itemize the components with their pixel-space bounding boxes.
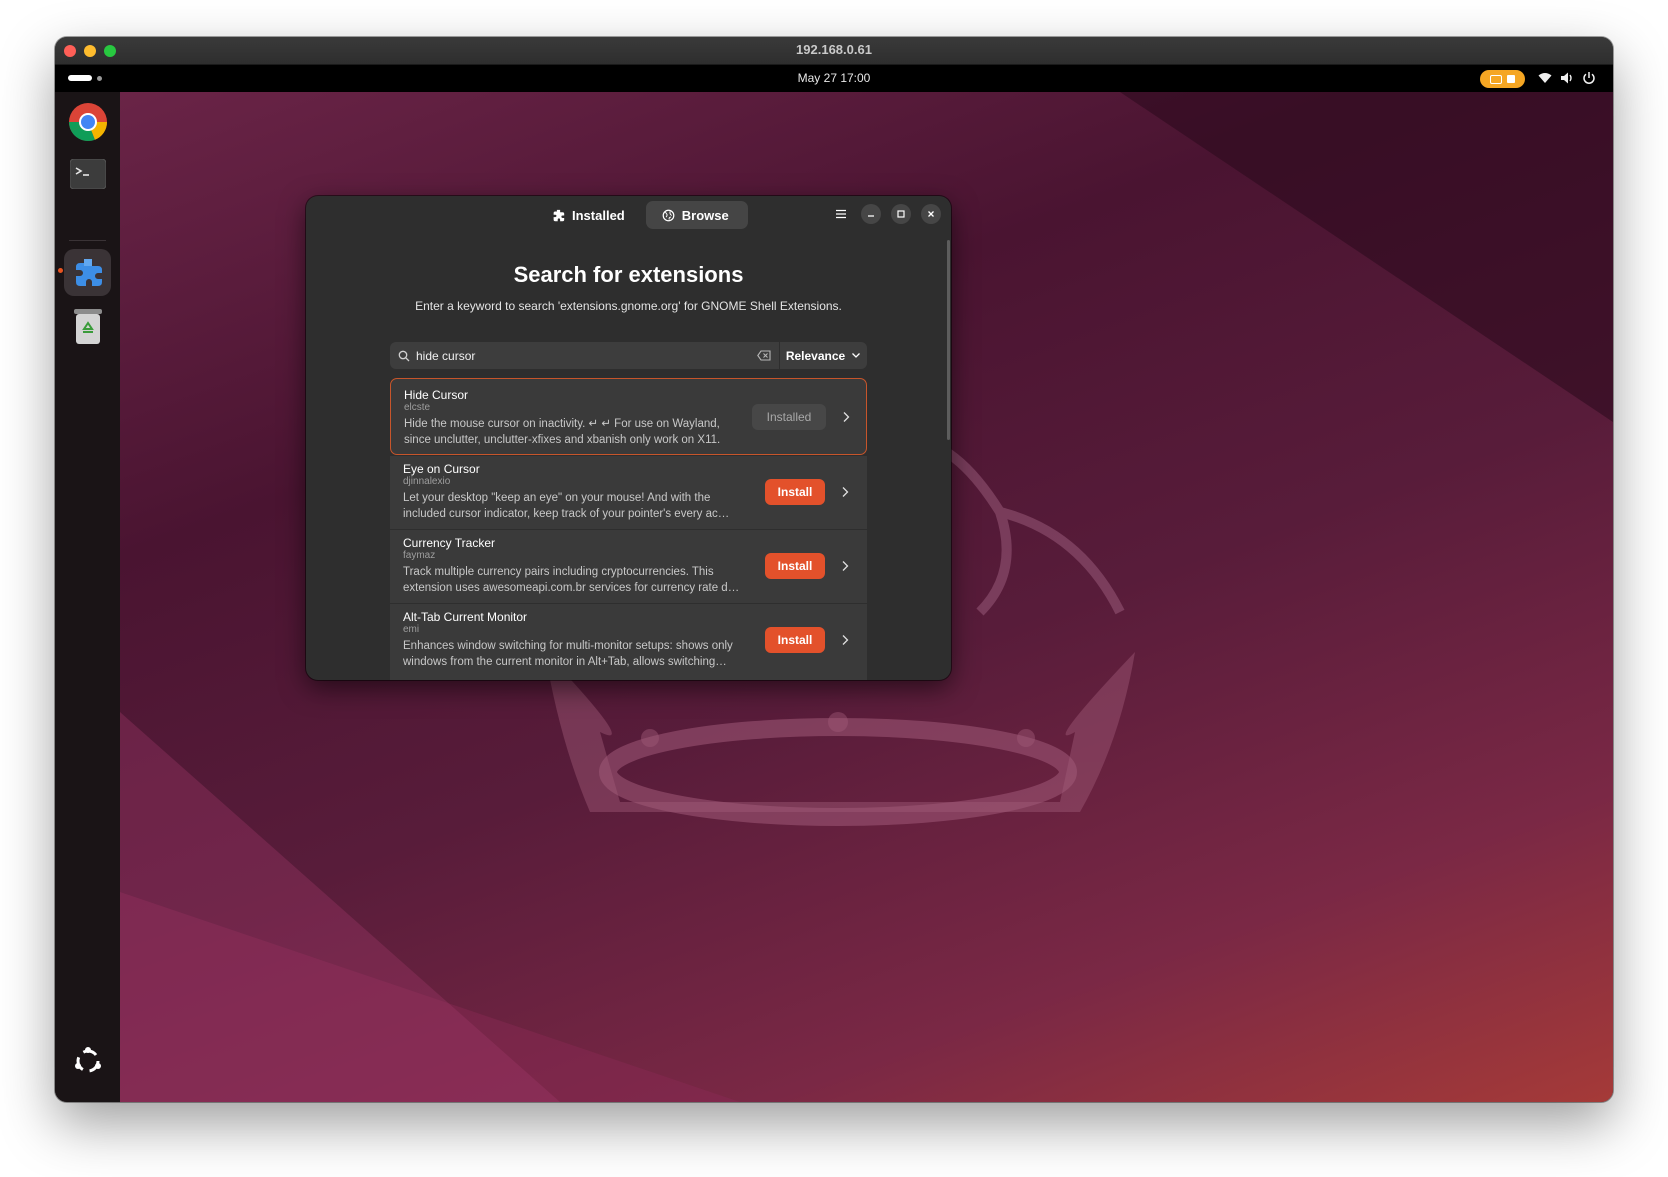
search-field[interactable] xyxy=(390,342,779,369)
trash-icon xyxy=(73,308,102,344)
screen-sharing-indicator[interactable] xyxy=(1480,70,1525,88)
gnome-top-bar: May 27 17:00 xyxy=(55,65,1613,92)
close-icon xyxy=(928,211,934,217)
description-line: extension uses awesomeapi.com.br service… xyxy=(403,581,740,594)
minimize-button[interactable] xyxy=(861,204,881,224)
screen-share-icon xyxy=(1490,74,1502,84)
install-button[interactable]: Install xyxy=(765,479,825,505)
running-indicator xyxy=(58,268,63,273)
description-line: included cursor indicator, keep track of… xyxy=(403,507,730,520)
sort-dropdown[interactable]: Relevance xyxy=(779,342,867,369)
extension-author: emi xyxy=(403,624,420,635)
extension-description: Enhances window switching for multi-moni… xyxy=(403,639,753,670)
extension-name: Alt-Tab Current Monitor xyxy=(403,610,528,624)
tab-browse[interactable]: Browse xyxy=(645,201,748,229)
list-item[interactable]: Alt-Tab Current Monitor emi Enhances win… xyxy=(390,604,867,680)
main-menu-button[interactable] xyxy=(831,204,851,224)
extension-description: Hide the mouse cursor on inactivity. ↵ ↵… xyxy=(404,417,754,448)
stop-icon xyxy=(1507,75,1515,83)
description-line: Let your desktop "keep an eye" on your m… xyxy=(403,492,711,504)
dock-item-extension-manager[interactable] xyxy=(64,249,111,296)
list-item[interactable]: Hide Cursor elcste Hide the mouse cursor… xyxy=(390,378,867,455)
dock-item-trash[interactable] xyxy=(64,302,111,349)
extension-author: elcste xyxy=(404,402,431,413)
list-item[interactable]: Currency Tracker faymaz Track multiple c… xyxy=(390,530,867,603)
header-bar: Installed Browse xyxy=(306,196,951,232)
maximize-icon xyxy=(897,210,905,218)
extension-name: Hide Cursor xyxy=(404,388,469,402)
description-line: since unclutter, unclutter-xfixes and xb… xyxy=(404,433,721,446)
ubuntu-logo-icon xyxy=(74,1046,101,1072)
puzzle-icon xyxy=(553,209,565,221)
hamburger-menu-icon xyxy=(836,209,846,219)
install-button[interactable]: Install xyxy=(765,553,825,579)
extension-description: Track multiple currency pairs including … xyxy=(403,565,753,596)
tab-installed-label: Installed xyxy=(572,207,625,223)
globe-icon xyxy=(662,209,675,221)
extension-author: faymaz xyxy=(403,550,436,561)
extension-name: Eye on Cursor xyxy=(403,462,480,476)
chrome-icon xyxy=(68,102,107,141)
show-apps-button[interactable] xyxy=(64,1037,111,1084)
page-title: Search for extensions xyxy=(513,262,744,287)
extension-name: Currency Tracker xyxy=(403,536,496,550)
search-icon xyxy=(398,350,410,361)
chevron-right-icon[interactable] xyxy=(839,410,853,424)
search-bar: Relevance xyxy=(390,342,867,369)
install-button[interactable]: Install xyxy=(765,627,825,653)
tab-installed[interactable]: Installed xyxy=(536,201,644,229)
dock-item-terminal[interactable] xyxy=(64,150,111,197)
extension-author: djinnalexio xyxy=(403,476,451,487)
results-list: Hide Cursor elcste Hide the mouse cursor… xyxy=(390,378,867,680)
terminal-icon xyxy=(69,158,106,189)
window-title: 192.168.0.61 xyxy=(796,42,872,57)
search-input[interactable] xyxy=(416,348,751,363)
clear-text-icon[interactable] xyxy=(757,350,771,361)
clock[interactable]: May 27 17:00 xyxy=(55,71,1613,85)
dock-item-chrome[interactable] xyxy=(64,98,111,145)
chevron-right-icon[interactable] xyxy=(838,633,852,647)
description-line: Track multiple currency pairs including … xyxy=(403,566,714,578)
description-line: Enhances window switching for multi-moni… xyxy=(403,640,733,652)
chevron-down-icon xyxy=(852,353,861,358)
power-icon[interactable] xyxy=(1581,70,1597,86)
wifi-icon[interactable] xyxy=(1537,70,1553,86)
desktop-wallpaper: Installed Browse Search for extensions E… xyxy=(120,92,1613,1102)
mac-titlebar: 192.168.0.61 xyxy=(55,37,1613,65)
view-switcher: Installed Browse xyxy=(536,201,748,229)
list-item[interactable]: Eye on Cursor djinnalexio Let your deskt… xyxy=(390,456,867,529)
sort-label: Relevance xyxy=(785,348,846,363)
installed-button[interactable]: Installed xyxy=(752,404,826,430)
maximize-button[interactable] xyxy=(891,204,911,224)
chevron-right-icon[interactable] xyxy=(838,485,852,499)
description-line: Hide the mouse cursor on inactivity. ↵ ↵… xyxy=(404,418,720,430)
remote-desktop-window: 192.168.0.61 May 27 17:00 Installed Brow… xyxy=(55,37,1613,1102)
volume-icon[interactable] xyxy=(1559,70,1575,86)
dock xyxy=(55,92,120,1102)
tab-browse-label: Browse xyxy=(681,207,729,223)
description-line: windows from the current monitor in Alt+… xyxy=(403,655,727,668)
page-subtitle: Enter a keyword to search 'extensions.gn… xyxy=(415,299,842,313)
dock-separator xyxy=(69,240,106,241)
chevron-right-icon[interactable] xyxy=(838,559,852,573)
minimize-icon xyxy=(868,215,874,217)
puzzle-icon xyxy=(75,258,102,286)
extension-description: Let your desktop "keep an eye" on your m… xyxy=(403,491,753,522)
extension-manager-window: Installed Browse Search for extensions E… xyxy=(306,196,951,680)
close-button[interactable] xyxy=(921,204,941,224)
